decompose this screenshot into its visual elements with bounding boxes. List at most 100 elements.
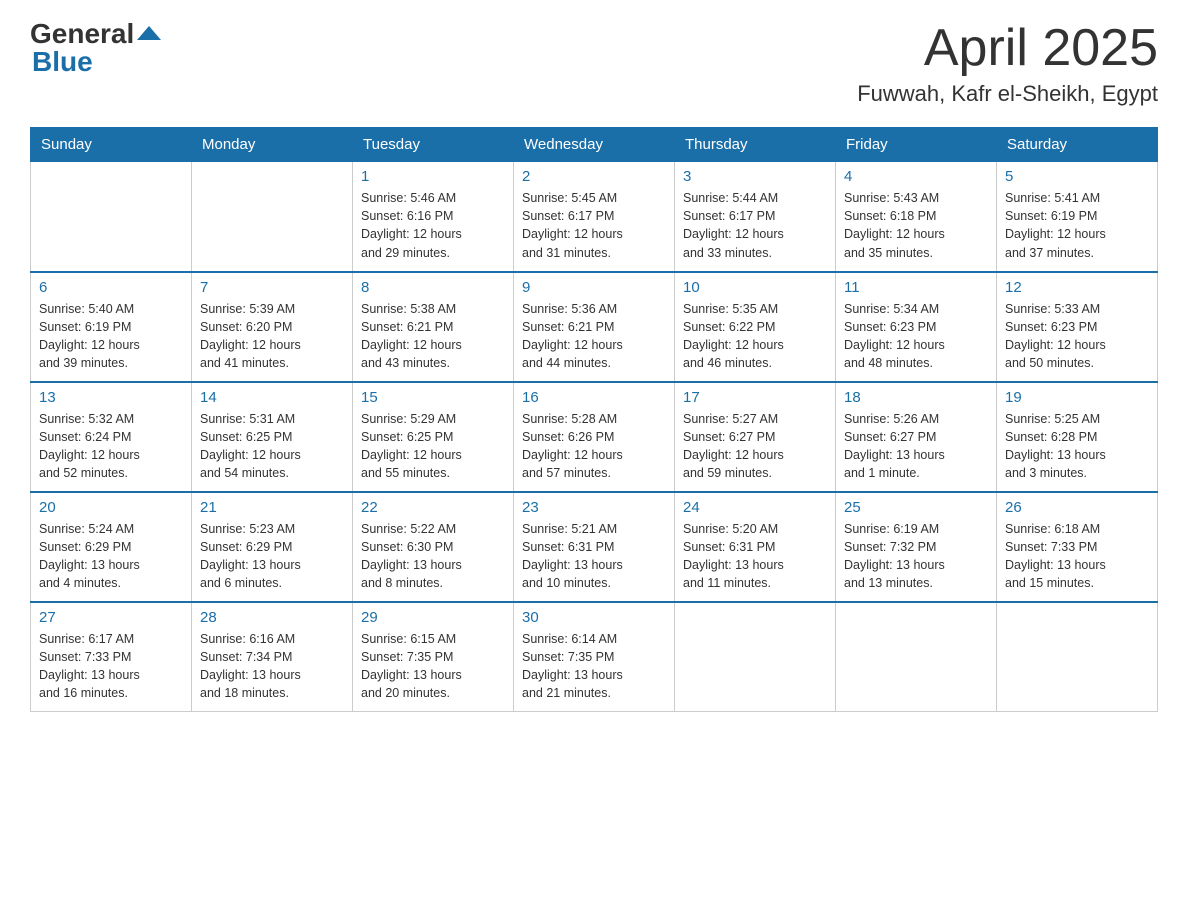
day-number: 24 <box>683 499 827 516</box>
day-number: 3 <box>683 168 827 185</box>
calendar-cell <box>997 602 1158 712</box>
day-info: Sunrise: 5:29 AM Sunset: 6:25 PM Dayligh… <box>361 410 505 483</box>
day-number: 16 <box>522 389 666 406</box>
day-info: Sunrise: 6:16 AM Sunset: 7:34 PM Dayligh… <box>200 630 344 703</box>
calendar-cell: 24 Sunrise: 5:20 AM Sunset: 6:31 PM Dayli… <box>675 492 836 602</box>
day-info: Sunrise: 5:33 AM Sunset: 6:23 PM Dayligh… <box>1005 300 1149 373</box>
calendar-cell: 23Sunrise: 5:21 AM Sunset: 6:31 PM Dayli… <box>514 492 675 602</box>
day-info: Sunrise: 6:17 AM Sunset: 7:33 PM Dayligh… <box>39 630 183 703</box>
calendar-cell: 5 Sunrise: 5:41 AM Sunset: 6:19 PM Daylig… <box>997 162 1158 272</box>
calendar-cell: 22 Sunrise: 5:22 AM Sunset: 6:30 PM Dayli… <box>353 492 514 602</box>
calendar-cell: 1 Sunrise: 5:46 AM Sunset: 6:16 PM Daylig… <box>353 162 514 272</box>
calendar-cell: 7 Sunrise: 5:39 AM Sunset: 6:20 PM Daylig… <box>192 272 353 382</box>
calendar-cell: 14 Sunrise: 5:31 AM Sunset: 6:25 PM Dayli… <box>192 382 353 492</box>
col-header-saturday: Saturday <box>997 128 1158 162</box>
day-info: Sunrise: 6:14 AM Sunset: 7:35 PM Dayligh… <box>522 630 666 703</box>
day-info: Sunrise: 5:23 AM Sunset: 6:29 PM Dayligh… <box>200 520 344 593</box>
day-number: 15 <box>361 389 505 406</box>
day-info: Sunrise: 5:41 AM Sunset: 6:19 PM Dayligh… <box>1005 189 1149 262</box>
calendar-cell <box>192 162 353 272</box>
calendar-cell: 26 Sunrise: 6:18 AM Sunset: 7:33 PM Dayli… <box>997 492 1158 602</box>
day-info: Sunrise: 5:20 AM Sunset: 6:31 PM Dayligh… <box>683 520 827 593</box>
day-number: 1 <box>361 168 505 185</box>
calendar-cell: 6Sunrise: 5:40 AM Sunset: 6:19 PM Daylig… <box>31 272 192 382</box>
logo: General Blue <box>30 20 161 76</box>
col-header-sunday: Sunday <box>31 128 192 162</box>
calendar-cell: 10 Sunrise: 5:35 AM Sunset: 6:22 PM Dayli… <box>675 272 836 382</box>
week-row-3: 13 Sunrise: 5:32 AM Sunset: 6:24 PM Dayli… <box>31 382 1158 492</box>
calendar-cell <box>675 602 836 712</box>
week-row-5: 27 Sunrise: 6:17 AM Sunset: 7:33 PM Dayli… <box>31 602 1158 712</box>
day-number: 25 <box>844 499 988 516</box>
day-number: 14 <box>200 389 344 406</box>
day-number: 12 <box>1005 279 1149 296</box>
day-info: Sunrise: 5:35 AM Sunset: 6:22 PM Dayligh… <box>683 300 827 373</box>
day-number: 8 <box>361 279 505 296</box>
day-number: 9 <box>522 279 666 296</box>
calendar-cell: 17 Sunrise: 5:27 AM Sunset: 6:27 PM Dayli… <box>675 382 836 492</box>
day-info: Sunrise: 5:45 AM Sunset: 6:17 PM Dayligh… <box>522 189 666 262</box>
week-row-2: 6Sunrise: 5:40 AM Sunset: 6:19 PM Daylig… <box>31 272 1158 382</box>
calendar-cell: 4Sunrise: 5:43 AM Sunset: 6:18 PM Daylig… <box>836 162 997 272</box>
week-row-1: 1 Sunrise: 5:46 AM Sunset: 6:16 PM Daylig… <box>31 162 1158 272</box>
day-number: 18 <box>844 389 988 406</box>
day-info: Sunrise: 5:31 AM Sunset: 6:25 PM Dayligh… <box>200 410 344 483</box>
day-number: 7 <box>200 279 344 296</box>
day-number: 23 <box>522 499 666 516</box>
day-number: 26 <box>1005 499 1149 516</box>
col-header-wednesday: Wednesday <box>514 128 675 162</box>
day-info: Sunrise: 5:46 AM Sunset: 6:16 PM Dayligh… <box>361 189 505 262</box>
calendar-cell: 16 Sunrise: 5:28 AM Sunset: 6:26 PM Dayli… <box>514 382 675 492</box>
col-header-monday: Monday <box>192 128 353 162</box>
day-info: Sunrise: 6:18 AM Sunset: 7:33 PM Dayligh… <box>1005 520 1149 593</box>
day-number: 21 <box>200 499 344 516</box>
day-number: 11 <box>844 279 988 296</box>
calendar-cell: 13 Sunrise: 5:32 AM Sunset: 6:24 PM Dayli… <box>31 382 192 492</box>
day-number: 2 <box>522 168 666 185</box>
calendar-cell: 2 Sunrise: 5:45 AM Sunset: 6:17 PM Daylig… <box>514 162 675 272</box>
calendar-cell: 27 Sunrise: 6:17 AM Sunset: 7:33 PM Dayli… <box>31 602 192 712</box>
day-number: 27 <box>39 609 183 626</box>
day-number: 29 <box>361 609 505 626</box>
calendar-cell: 30 Sunrise: 6:14 AM Sunset: 7:35 PM Dayli… <box>514 602 675 712</box>
calendar-cell: 3 Sunrise: 5:44 AM Sunset: 6:17 PM Daylig… <box>675 162 836 272</box>
day-number: 4 <box>844 168 988 185</box>
day-info: Sunrise: 5:28 AM Sunset: 6:26 PM Dayligh… <box>522 410 666 483</box>
calendar-cell: 8 Sunrise: 5:38 AM Sunset: 6:21 PM Daylig… <box>353 272 514 382</box>
day-number: 10 <box>683 279 827 296</box>
day-number: 13 <box>39 389 183 406</box>
day-number: 5 <box>1005 168 1149 185</box>
col-header-tuesday: Tuesday <box>353 128 514 162</box>
day-info: Sunrise: 5:27 AM Sunset: 6:27 PM Dayligh… <box>683 410 827 483</box>
calendar-cell: 21 Sunrise: 5:23 AM Sunset: 6:29 PM Dayli… <box>192 492 353 602</box>
week-row-4: 20Sunrise: 5:24 AM Sunset: 6:29 PM Dayli… <box>31 492 1158 602</box>
page-header: General Blue April 2025 Fuwwah, Kafr el-… <box>30 20 1158 107</box>
day-info: Sunrise: 5:26 AM Sunset: 6:27 PM Dayligh… <box>844 410 988 483</box>
day-info: Sunrise: 5:32 AM Sunset: 6:24 PM Dayligh… <box>39 410 183 483</box>
day-number: 22 <box>361 499 505 516</box>
calendar-subtitle: Fuwwah, Kafr el-Sheikh, Egypt <box>857 81 1158 107</box>
calendar-cell: 28Sunrise: 6:16 AM Sunset: 7:34 PM Dayli… <box>192 602 353 712</box>
day-info: Sunrise: 5:25 AM Sunset: 6:28 PM Dayligh… <box>1005 410 1149 483</box>
day-info: Sunrise: 5:22 AM Sunset: 6:30 PM Dayligh… <box>361 520 505 593</box>
logo-general: General <box>30 20 134 48</box>
day-info: Sunrise: 5:38 AM Sunset: 6:21 PM Dayligh… <box>361 300 505 373</box>
header-row: SundayMondayTuesdayWednesdayThursdayFrid… <box>31 128 1158 162</box>
day-number: 17 <box>683 389 827 406</box>
calendar-cell: 11 Sunrise: 5:34 AM Sunset: 6:23 PM Dayli… <box>836 272 997 382</box>
calendar-cell <box>836 602 997 712</box>
day-info: Sunrise: 5:39 AM Sunset: 6:20 PM Dayligh… <box>200 300 344 373</box>
calendar-cell: 25 Sunrise: 6:19 AM Sunset: 7:32 PM Dayli… <box>836 492 997 602</box>
calendar-table: SundayMondayTuesdayWednesdayThursdayFrid… <box>30 127 1158 712</box>
day-number: 19 <box>1005 389 1149 406</box>
day-info: Sunrise: 6:19 AM Sunset: 7:32 PM Dayligh… <box>844 520 988 593</box>
day-info: Sunrise: 5:44 AM Sunset: 6:17 PM Dayligh… <box>683 189 827 262</box>
calendar-cell: 29Sunrise: 6:15 AM Sunset: 7:35 PM Dayli… <box>353 602 514 712</box>
day-number: 30 <box>522 609 666 626</box>
calendar-cell: 18 Sunrise: 5:26 AM Sunset: 6:27 PM Dayli… <box>836 382 997 492</box>
day-info: Sunrise: 5:40 AM Sunset: 6:19 PM Dayligh… <box>39 300 183 373</box>
calendar-cell: 9Sunrise: 5:36 AM Sunset: 6:21 PM Daylig… <box>514 272 675 382</box>
calendar-cell: 19 Sunrise: 5:25 AM Sunset: 6:28 PM Dayli… <box>997 382 1158 492</box>
title-area: April 2025 Fuwwah, Kafr el-Sheikh, Egypt <box>857 20 1158 107</box>
day-info: Sunrise: 5:34 AM Sunset: 6:23 PM Dayligh… <box>844 300 988 373</box>
